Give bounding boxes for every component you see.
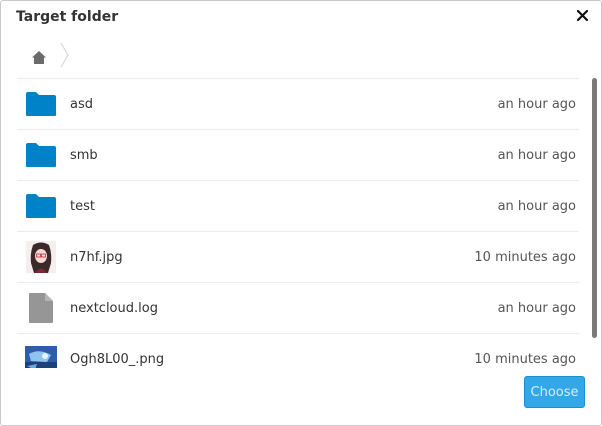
file-name: Ogh8L00_.png [70,351,165,367]
file-modified: 10 minutes ago [474,351,576,367]
file-list: asd an hour ago smb an hour ago test an … [17,78,579,368]
file-name: smb [70,147,98,163]
chevron-right-icon [60,41,69,73]
list-item[interactable]: asd an hour ago [17,78,579,129]
file-modified: an hour ago [497,198,576,214]
file-name: asd [70,96,93,112]
list-item[interactable]: test an hour ago [17,180,579,231]
scrollbar[interactable] [592,78,597,338]
image-thumbnail [25,241,57,273]
list-item[interactable]: Ogh8L00_.png 10 minutes ago [17,333,579,368]
file-modified: an hour ago [497,96,576,112]
file-icon [25,292,57,324]
folder-icon [25,139,57,171]
folder-icon [25,190,57,222]
file-modified: 10 minutes ago [474,249,576,265]
close-icon[interactable] [574,7,590,23]
list-item[interactable]: n7hf.jpg 10 minutes ago [17,231,579,282]
file-name: nextcloud.log [70,300,158,316]
file-modified: an hour ago [497,147,576,163]
dialog-title: Target folder [16,9,119,25]
home-icon[interactable] [28,46,50,68]
file-modified: an hour ago [497,300,576,316]
breadcrumb [28,41,69,73]
list-item[interactable]: smb an hour ago [17,129,579,180]
choose-button[interactable]: Choose [524,376,585,408]
image-thumbnail [25,343,57,368]
folder-icon [25,88,57,120]
target-folder-dialog: Target folder asd an hour ago smb an hou… [0,0,602,426]
file-name: n7hf.jpg [70,249,123,265]
file-name: test [70,198,95,214]
list-item[interactable]: nextcloud.log an hour ago [17,282,579,333]
